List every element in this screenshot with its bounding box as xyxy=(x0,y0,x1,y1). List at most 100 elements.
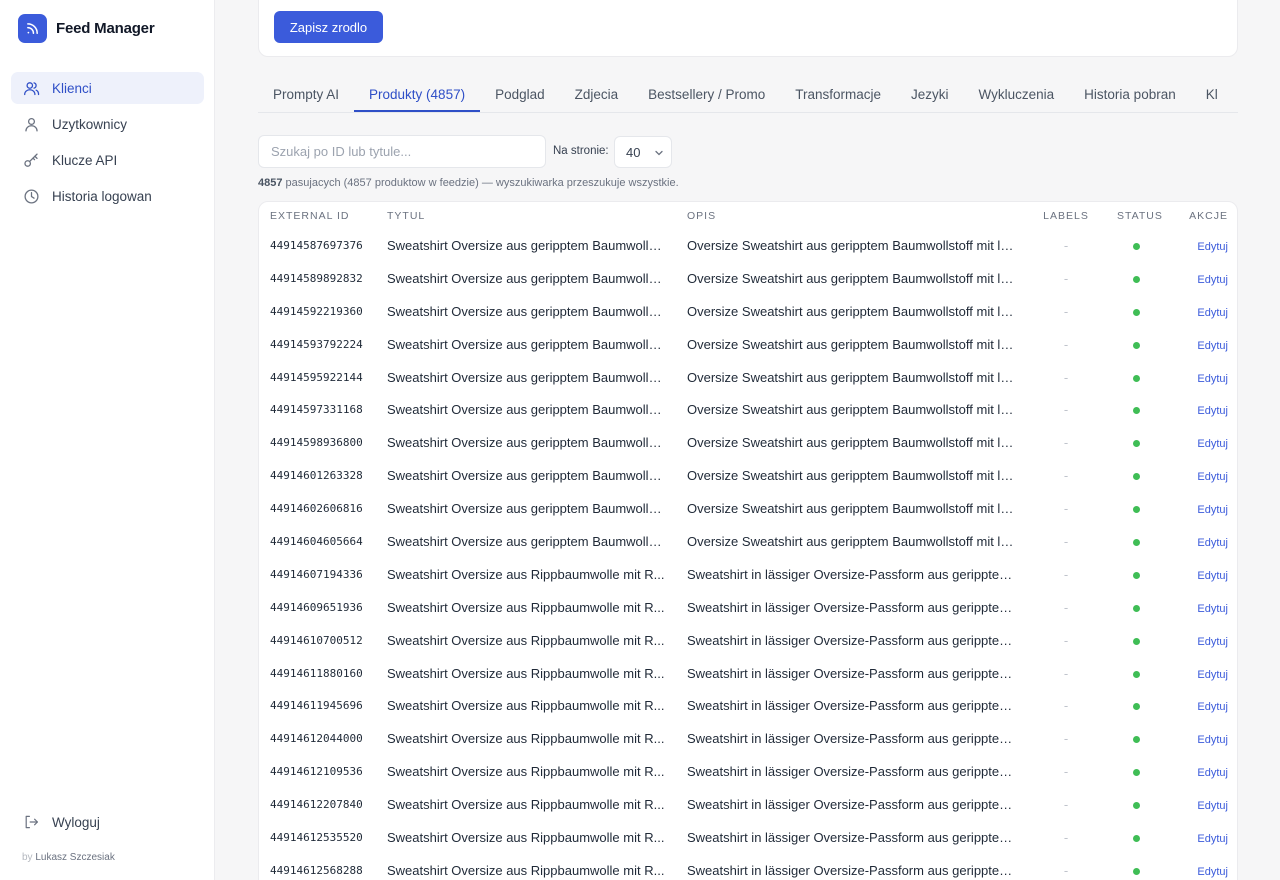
status-dot xyxy=(1132,506,1140,514)
status-dot xyxy=(1132,440,1140,448)
table-row[interactable]: 44914611945696 Sweatshirt Oversize aus Ri… xyxy=(259,689,1237,722)
cell-external-id: 44914597331168 xyxy=(270,403,363,417)
table-row[interactable]: 44914589892832 Sweatshirt Oversize aus ge… xyxy=(259,262,1237,295)
table-row[interactable]: 44914612535520 Sweatshirt Oversize aus Ri… xyxy=(259,821,1237,854)
cell-status xyxy=(1106,525,1166,558)
table-row[interactable]: 44914609651936 Sweatshirt Oversize aus Ri… xyxy=(259,591,1237,624)
cell-title: Sweatshirt Oversize aus geripptem Baumwo… xyxy=(387,468,666,484)
sidebar-item-historia-logowan[interactable]: Historia logowan xyxy=(11,180,204,212)
edit-link[interactable]: Edytuj xyxy=(1197,471,1228,483)
column-header-opis: OPIS xyxy=(687,209,717,222)
table-row[interactable]: 44914604605664 Sweatshirt Oversize aus ge… xyxy=(259,525,1237,558)
cell-actions: Edytuj xyxy=(1166,295,1237,328)
status-dot xyxy=(1132,769,1140,777)
status-dot xyxy=(1132,538,1140,546)
cell-description: Oversize Sweatshirt aus geripptem Baumwo… xyxy=(687,303,1019,319)
per-page-select[interactable]: 40 xyxy=(614,136,672,168)
table-row[interactable]: 44914592219360 Sweatshirt Oversize aus ge… xyxy=(259,295,1237,328)
edit-link[interactable]: Edytuj xyxy=(1197,833,1228,845)
sidebar-item-klucze-api[interactable]: Klucze API xyxy=(11,144,204,176)
tab-podglad[interactable]: Podglad xyxy=(480,80,560,112)
cell-labels: - xyxy=(1063,632,1069,648)
cell-status xyxy=(1106,788,1166,821)
edit-link[interactable]: Edytuj xyxy=(1197,373,1228,385)
sidebar-item-klienci[interactable]: Klienci xyxy=(11,72,204,104)
cell-labels: - xyxy=(1063,303,1069,319)
edit-link[interactable]: Edytuj xyxy=(1197,636,1228,648)
edit-link[interactable]: Edytuj xyxy=(1197,669,1228,681)
edit-link[interactable]: Edytuj xyxy=(1197,340,1228,352)
tab-kl[interactable]: Kl xyxy=(1191,80,1233,112)
tab-wykluczenia[interactable]: Wykluczenia xyxy=(964,80,1070,112)
search-input[interactable] xyxy=(258,135,546,168)
edit-link[interactable]: Edytuj xyxy=(1197,800,1228,812)
tab-jezyki[interactable]: Jezyki xyxy=(896,80,964,112)
edit-link[interactable]: Edytuj xyxy=(1197,438,1228,450)
edit-link[interactable]: Edytuj xyxy=(1197,866,1228,878)
cell-status xyxy=(1106,426,1166,459)
table-row[interactable]: 44914593792224 Sweatshirt Oversize aus ge… xyxy=(259,328,1237,361)
edit-link[interactable]: Edytuj xyxy=(1197,274,1228,286)
edit-link[interactable]: Edytuj xyxy=(1197,734,1228,746)
table-row[interactable]: 44914595922144 Sweatshirt Oversize aus ge… xyxy=(259,361,1237,394)
cell-labels: - xyxy=(1063,369,1069,385)
edit-link[interactable]: Edytuj xyxy=(1197,307,1228,319)
table-row[interactable]: 44914587697376 Sweatshirt Oversize aus ge… xyxy=(259,229,1237,262)
cell-description: Oversize Sweatshirt aus geripptem Baumwo… xyxy=(687,369,1019,385)
tab-zdjecia[interactable]: Zdjecia xyxy=(560,80,634,112)
tab-transformacje[interactable]: Transformacje xyxy=(780,80,896,112)
cell-external-id: 44914610700512 xyxy=(270,633,363,647)
logout-button[interactable]: Wyloguj xyxy=(23,814,100,830)
tab-prompty-ai[interactable]: Prompty AI xyxy=(258,80,354,112)
edit-link[interactable]: Edytuj xyxy=(1197,701,1228,713)
cell-status xyxy=(1106,689,1166,722)
cell-status xyxy=(1106,229,1166,262)
edit-link[interactable]: Edytuj xyxy=(1197,504,1228,516)
tab-bar: Prompty AI Produkty (4857) Podglad Zdjecia B… xyxy=(258,80,1238,113)
save-source-button[interactable]: Zapisz zrodlo xyxy=(274,11,383,43)
column-header-status: STATUS xyxy=(1117,209,1163,222)
table-row[interactable]: 44914607194336 Sweatshirt Oversize aus Ri… xyxy=(259,558,1237,591)
cell-title: Sweatshirt Oversize aus Rippbaumwolle mi… xyxy=(387,797,665,813)
table-row[interactable]: 44914598936800 Sweatshirt Oversize aus ge… xyxy=(259,426,1237,459)
cell-external-id: 44914611880160 xyxy=(270,666,363,680)
cell-external-id: 44914589892832 xyxy=(270,271,363,285)
table-row[interactable]: 44914612568288 Sweatshirt Oversize aus Ri… xyxy=(259,854,1237,880)
edit-link[interactable]: Edytuj xyxy=(1197,603,1228,615)
edit-link[interactable]: Edytuj xyxy=(1197,405,1228,417)
table-row[interactable]: 44914612044000 Sweatshirt Oversize aus Ri… xyxy=(259,722,1237,755)
cell-labels: - xyxy=(1063,764,1069,780)
table-row[interactable]: 44914611880160 Sweatshirt Oversize aus Ri… xyxy=(259,657,1237,690)
status-dot xyxy=(1132,834,1140,842)
tab-bestsellery-promo[interactable]: Bestsellery / Promo xyxy=(633,80,780,112)
brand[interactable]: Feed Manager xyxy=(18,14,155,43)
table-row[interactable]: 44914610700512 Sweatshirt Oversize aus Ri… xyxy=(259,624,1237,657)
cell-actions: Edytuj xyxy=(1166,361,1237,394)
tab-produkty[interactable]: Produkty (4857) xyxy=(354,80,481,112)
cell-external-id: 44914604605664 xyxy=(270,534,363,548)
table-row[interactable]: 44914601263328 Sweatshirt Oversize aus ge… xyxy=(259,459,1237,492)
cell-actions: Edytuj xyxy=(1166,393,1237,426)
cell-title: Sweatshirt Oversize aus Rippbaumwolle mi… xyxy=(387,829,665,845)
cell-external-id: 44914601263328 xyxy=(270,469,363,483)
edit-link[interactable]: Edytuj xyxy=(1197,767,1228,779)
cell-description: Sweatshirt in lässiger Oversize-Passform… xyxy=(687,698,1025,714)
table-row[interactable]: 44914612109536 Sweatshirt Oversize aus Ri… xyxy=(259,755,1237,788)
tab-historia-pobran[interactable]: Historia pobran xyxy=(1069,80,1191,112)
edit-link[interactable]: Edytuj xyxy=(1197,537,1228,549)
table-row[interactable]: 44914612207840 Sweatshirt Oversize aus Ri… xyxy=(259,788,1237,821)
table-row[interactable]: 44914597331168 Sweatshirt Oversize aus ge… xyxy=(259,393,1237,426)
cell-description: Oversize Sweatshirt aus geripptem Baumwo… xyxy=(687,468,1019,484)
cell-status xyxy=(1106,821,1166,854)
cell-labels: - xyxy=(1063,665,1069,681)
cell-labels: - xyxy=(1063,402,1069,418)
edit-link[interactable]: Edytuj xyxy=(1197,241,1228,253)
cell-title: Sweatshirt Oversize aus geripptem Baumwo… xyxy=(387,435,666,451)
sidebar-item-uzytkownicy[interactable]: Uzytkownicy xyxy=(11,108,204,140)
table-row[interactable]: 44914602606816 Sweatshirt Oversize aus ge… xyxy=(259,492,1237,525)
cell-description: Sweatshirt in lässiger Oversize-Passform… xyxy=(687,829,1025,845)
table-body: 44914587697376 Sweatshirt Oversize aus ge… xyxy=(259,229,1237,880)
status-dot xyxy=(1132,703,1140,711)
sidebar: Feed Manager Klienci Uzytkownicy Klucze … xyxy=(0,0,215,880)
edit-link[interactable]: Edytuj xyxy=(1197,570,1228,582)
